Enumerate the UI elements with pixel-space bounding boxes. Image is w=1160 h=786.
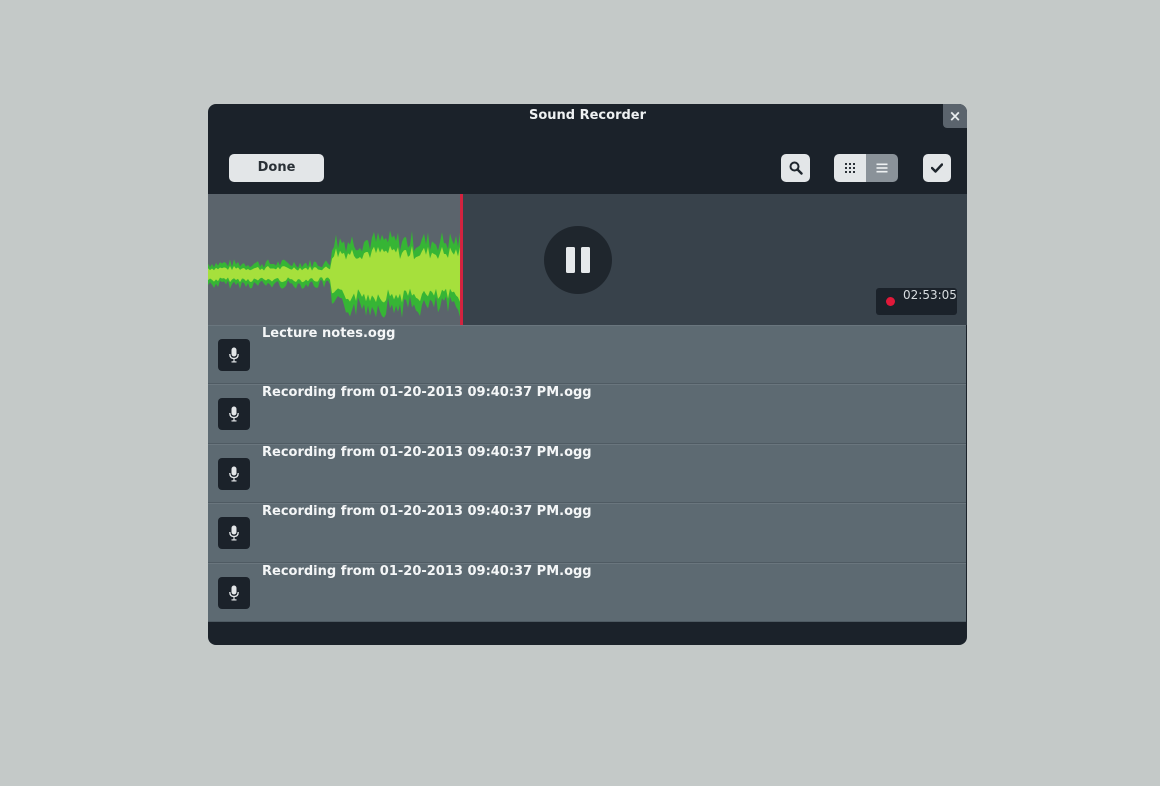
playhead-marker[interactable]	[460, 194, 463, 325]
grid-view-icon	[845, 163, 855, 173]
sound-recorder-window: Sound Recorder × Done 02:53:05 Lecture n…	[208, 104, 967, 645]
waveform-panel: 02:53:05	[208, 194, 967, 325]
microphone-icon	[218, 339, 250, 371]
recording-name: Recording from 01-20-2013 09:40:37 PM.og…	[262, 563, 592, 579]
list-item[interactable]: Recording from 01-20-2013 09:40:37 PM.og…	[208, 443, 966, 504]
list-item[interactable]: Recording from 01-20-2013 09:40:37 PM.og…	[208, 384, 966, 444]
microphone-icon	[218, 517, 250, 550]
pause-button[interactable]	[544, 226, 612, 294]
view-switcher	[834, 154, 898, 182]
microphone-icon	[218, 576, 250, 609]
search-icon	[789, 161, 803, 175]
recording-name: Recording from 01-20-2013 09:40:37 PM.og…	[262, 504, 592, 520]
list-view-icon	[876, 163, 888, 173]
pause-icon	[566, 247, 590, 273]
search-button[interactable]	[781, 154, 810, 182]
waveform-recorded	[208, 194, 462, 325]
microphone-icon	[218, 457, 250, 490]
close-button[interactable]: ×	[943, 104, 967, 128]
record-dot-icon	[886, 297, 895, 306]
recording-name: Recording from 01-20-2013 09:40:37 PM.og…	[262, 444, 592, 460]
list-item[interactable]: Lecture notes.ogg	[208, 325, 966, 385]
selection-mode-button[interactable]	[923, 154, 951, 182]
elapsed-time: 02:53:05	[903, 288, 957, 302]
list-item[interactable]: Recording from 01-20-2013 09:40:37 PM.og…	[208, 562, 966, 622]
recordings-list: Lecture notes.ogg Recording from 01-20-20…	[208, 325, 966, 622]
list-item[interactable]: Recording from 01-20-2013 09:40:37 PM.og…	[208, 503, 966, 563]
recording-name: Recording from 01-20-2013 09:40:37 PM.og…	[262, 385, 592, 401]
waveform-graph	[208, 230, 462, 318]
checkmark-icon	[931, 163, 943, 173]
done-button[interactable]: Done	[229, 154, 324, 182]
recording-name: Lecture notes.ogg	[262, 326, 396, 341]
recording-indicator: 02:53:05	[876, 288, 957, 315]
microphone-icon	[218, 398, 250, 431]
list-view-button[interactable]	[866, 154, 898, 182]
grid-view-button[interactable]	[834, 154, 866, 182]
window-title: Sound Recorder	[528, 108, 647, 123]
